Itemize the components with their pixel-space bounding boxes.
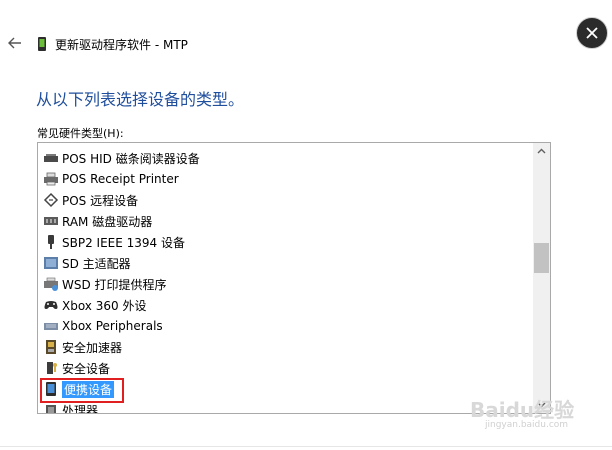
- divider: [0, 446, 612, 447]
- wsd-printer-icon: [43, 276, 59, 292]
- page-heading: 从以下列表选择设备的类型。: [36, 90, 245, 109]
- list-item-label: Xbox 360 外设: [62, 298, 147, 313]
- ram-disk-icon: [43, 213, 59, 229]
- list-item[interactable]: Xbox Peripherals: [43, 316, 163, 336]
- back-arrow-icon[interactable]: [6, 34, 24, 52]
- watermark-url: jingyan.baidu.com: [485, 420, 569, 430]
- security-accelerator-icon: [43, 339, 59, 355]
- list-item-label: POS Receipt Printer: [62, 172, 179, 186]
- card-reader-icon: [43, 150, 59, 166]
- update-driver-dialog: 更新驱动程序软件 - MTP 从以下列表选择设备的类型。 常见硬件类型(H): …: [0, 0, 612, 450]
- processor-icon: [43, 402, 59, 413]
- list-item-label: 安全加速器: [62, 340, 123, 355]
- list-item[interactable]: Xbox 360 外设: [43, 295, 146, 315]
- hardware-types-label: 常见硬件类型(H):: [37, 127, 124, 140]
- gamepad-icon: [43, 297, 59, 313]
- list-item-label: 处理器: [62, 403, 99, 414]
- list-item[interactable]: 安全设备: [43, 358, 110, 378]
- hardware-types-listbox[interactable]: POS HID 磁条阅读器设备 POS Receipt Printer POS …: [37, 142, 551, 414]
- list-item-label: POS HID 磁条阅读器设备: [62, 151, 200, 166]
- list-item[interactable]: RAM 磁盘驱动器: [43, 211, 152, 231]
- ieee1394-icon: [43, 234, 59, 250]
- list-item-label: SBP2 IEEE 1394 设备: [62, 235, 185, 250]
- vertical-scrollbar[interactable]: [533, 143, 550, 413]
- list-item-label: RAM 磁盘驱动器: [62, 214, 153, 229]
- keyboard-icon: [43, 318, 59, 334]
- list-item-label: POS 远程设备: [62, 193, 139, 208]
- sd-adapter-icon: [43, 255, 59, 271]
- list-item[interactable]: 安全加速器: [43, 337, 122, 357]
- list-item[interactable]: SBP2 IEEE 1394 设备: [43, 232, 185, 252]
- device-icon: [37, 36, 47, 52]
- list-item-label: 安全设备: [62, 361, 111, 376]
- list-item[interactable]: POS 远程设备: [43, 190, 138, 210]
- list-item[interactable]: SD 主适配器: [43, 253, 131, 273]
- printer-icon: [43, 171, 59, 187]
- selection-highlight-annotation: [40, 378, 124, 403]
- close-icon: [586, 27, 598, 39]
- list-item[interactable]: POS HID 磁条阅读器设备: [43, 148, 200, 168]
- close-button[interactable]: [576, 17, 608, 49]
- list-item[interactable]: WSD 打印提供程序: [43, 274, 167, 294]
- scroll-thumb[interactable]: [534, 243, 549, 273]
- list-item-label: Xbox Peripherals: [62, 319, 163, 333]
- watermark: Baidu经验: [470, 398, 575, 422]
- window-title: 更新驱动程序软件 - MTP: [55, 38, 188, 52]
- list-item-label: WSD 打印提供程序: [62, 277, 167, 292]
- security-device-icon: [43, 360, 59, 376]
- remote-device-icon: [43, 192, 59, 208]
- list-item-label: SD 主适配器: [62, 256, 131, 271]
- list-item[interactable]: POS Receipt Printer: [43, 169, 179, 189]
- scroll-up-icon[interactable]: [533, 143, 550, 160]
